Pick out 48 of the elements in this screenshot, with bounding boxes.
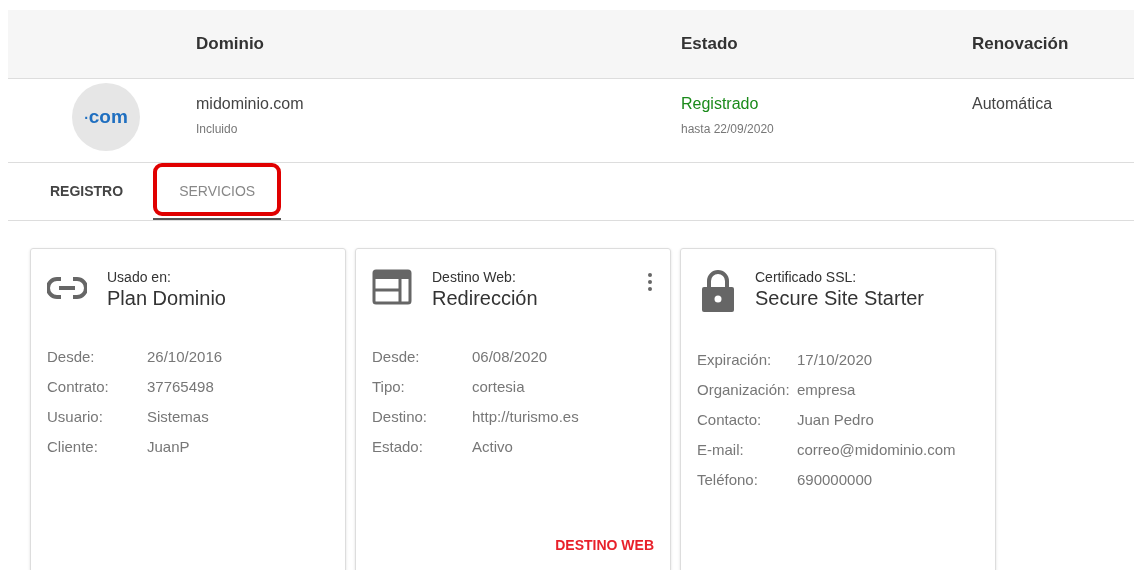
- field-value: Juan Pedro: [797, 411, 875, 428]
- card-title: Secure Site Starter: [755, 287, 924, 310]
- field-label: Desde:: [47, 348, 96, 365]
- field-label: Usuario:: [47, 408, 104, 425]
- renewal-text: Automática: [972, 95, 1054, 113]
- card-caption: Certificado SSL:: [755, 269, 858, 285]
- field-value: Sistemas: [147, 408, 210, 425]
- field-value: JuanP: [147, 438, 191, 455]
- domain-note: Incluido: [196, 122, 239, 136]
- field-value: 17/10/2020: [797, 351, 874, 368]
- field-label: Contrato:: [47, 378, 110, 395]
- field-value: empresa: [797, 381, 857, 398]
- field-value: correo@midominio.com: [797, 441, 957, 458]
- card-title: Redirección: [432, 287, 538, 310]
- field-label: Expiración:: [697, 351, 773, 368]
- destination-link[interactable]: DESTINO WEB: [555, 537, 654, 553]
- field-value: http://turismo.es: [472, 408, 580, 425]
- browser-window-icon: [372, 269, 412, 305]
- tab[interactable]: REGISTRO: [24, 163, 150, 220]
- field-label: Contacto:: [697, 411, 763, 428]
- field-value: Activo: [472, 438, 514, 455]
- link-icon: [47, 275, 87, 301]
- lock-icon: [701, 269, 735, 313]
- field-label: Desde:: [372, 348, 421, 365]
- field-label: Organización:: [697, 381, 791, 398]
- field-label: Cliente:: [47, 438, 99, 455]
- column-header: Dominio: [196, 34, 265, 54]
- card-title: Plan Dominio: [107, 287, 226, 310]
- card-caption: Destino Web:: [432, 269, 517, 285]
- field-value: 690000000: [797, 471, 874, 488]
- domain-name: midominio.com: [196, 95, 305, 113]
- card-caption: Usado en:: [107, 269, 172, 285]
- expiry-date: hasta 22/09/2020: [681, 122, 775, 136]
- tab[interactable]: SERVICIOS: [153, 163, 282, 220]
- more-icon[interactable]: [648, 273, 652, 291]
- field-label: E-mail:: [697, 441, 745, 458]
- field-label: Destino:: [372, 408, 429, 425]
- field-value: cortesia: [472, 378, 526, 395]
- status-text: Registrado: [681, 95, 760, 113]
- field-label: Estado:: [372, 438, 424, 455]
- field-label: Teléfono:: [697, 471, 759, 488]
- field-label: Tipo:: [372, 378, 406, 395]
- domain-logo: ·com: [72, 83, 140, 151]
- column-header: Estado: [681, 34, 739, 54]
- column-header: Renovación: [972, 34, 1070, 54]
- field-value: 26/10/2016: [147, 348, 224, 365]
- field-value: 37765498: [147, 378, 215, 395]
- field-value: 06/08/2020: [472, 348, 549, 365]
